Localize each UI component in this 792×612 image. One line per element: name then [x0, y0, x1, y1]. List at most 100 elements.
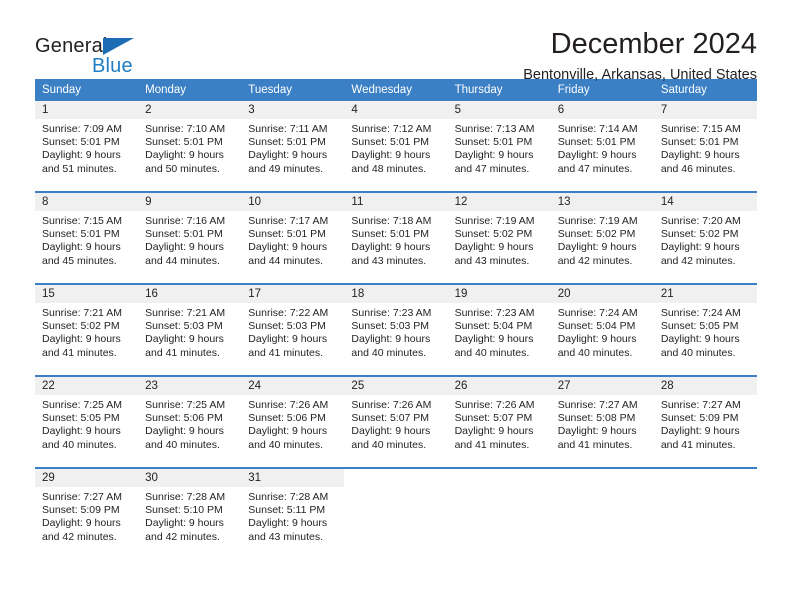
calendar-day-cell: 12 Sunrise: 7:19 AM Sunset: 5:02 PM Dayligh… [447, 191, 551, 284]
day-sun-info: Sunrise: 7:27 AM Sunset: 5:09 PM Daylight:… [654, 395, 757, 452]
weekday-header-sunday: Sunday [35, 79, 139, 101]
day-number [653, 469, 757, 487]
day-sun-info: Sunrise: 7:21 AM Sunset: 5:02 PM Daylight:… [35, 303, 138, 360]
day-cell[interactable]: 24 Sunrise: 7:26 AM Sunset: 5:06 PM Dayligh… [241, 377, 345, 467]
page-title: December 2024 [550, 28, 757, 60]
day-sun-info [448, 487, 551, 491]
day-sun-info [344, 487, 447, 491]
day-cell[interactable]: 11 Sunrise: 7:18 AM Sunset: 5:01 PM Dayligh… [344, 193, 448, 283]
title-block: December 2024 Bentonville, Arkansas, Uni… [165, 27, 757, 85]
calendar-day-cell: 25 Sunrise: 7:26 AM Sunset: 5:07 PM Dayligh… [344, 375, 448, 468]
day-sun-info: Sunrise: 7:09 AM Sunset: 5:01 PM Daylight:… [35, 119, 138, 176]
day-cell[interactable]: 30 Sunrise: 7:28 AM Sunset: 5:10 PM Dayligh… [138, 469, 242, 559]
day-cell[interactable]: 29 Sunrise: 7:27 AM Sunset: 5:09 PM Dayligh… [35, 469, 139, 559]
day-cell[interactable]: 2 Sunrise: 7:10 AM Sunset: 5:01 PM Daylight… [138, 101, 242, 191]
day-cell[interactable]: 21 Sunrise: 7:24 AM Sunset: 5:05 PM Dayligh… [653, 285, 757, 375]
day-cell[interactable]: 9 Sunrise: 7:16 AM Sunset: 5:01 PM Daylight… [138, 193, 242, 283]
calendar-day-cell: 7 Sunrise: 7:15 AM Sunset: 5:01 PM Daylight… [653, 101, 757, 192]
sunset-text: Sunset: 5:03 PM [248, 320, 326, 333]
day-cell[interactable]: 19 Sunrise: 7:23 AM Sunset: 5:04 PM Dayligh… [447, 285, 551, 375]
day-cell[interactable]: 7 Sunrise: 7:15 AM Sunset: 5:01 PM Daylight… [653, 101, 757, 191]
day-number: 9 [138, 193, 242, 211]
sunrise-text: Sunrise: 7:27 AM [660, 399, 741, 411]
day-sun-info: Sunrise: 7:23 AM Sunset: 5:03 PM Daylight:… [344, 303, 447, 360]
sunrise-text: Sunrise: 7:17 AM [248, 215, 329, 227]
day-cell[interactable]: 3 Sunrise: 7:11 AM Sunset: 5:01 PM Daylight… [241, 101, 345, 191]
day-cell-empty [447, 469, 551, 559]
day-cell[interactable]: 23 Sunrise: 7:25 AM Sunset: 5:06 PM Dayligh… [138, 377, 242, 467]
sunset-text: Sunset: 5:01 PM [660, 136, 739, 149]
day-cell[interactable]: 25 Sunrise: 7:26 AM Sunset: 5:07 PM Dayligh… [344, 377, 448, 467]
day-number: 16 [138, 285, 242, 303]
sunset-text: Sunset: 5:01 PM [248, 228, 326, 241]
sunset-text: Sunset: 5:04 PM [557, 320, 636, 333]
day-sun-info: Sunrise: 7:11 AM Sunset: 5:01 PM Daylight:… [241, 119, 344, 176]
day-sun-info: Sunrise: 7:24 AM Sunset: 5:05 PM Daylight:… [654, 303, 757, 360]
calendar-day-cell: 1 Sunrise: 7:09 AM Sunset: 5:01 PM Daylight… [35, 101, 139, 192]
day-cell[interactable]: 26 Sunrise: 7:26 AM Sunset: 5:07 PM Dayligh… [447, 377, 551, 467]
daylight-text: Daylight: 9 hours and 42 minutes. [42, 517, 121, 543]
calendar-day-cell: 2 Sunrise: 7:10 AM Sunset: 5:01 PM Daylight… [138, 101, 242, 192]
daylight-text: Daylight: 9 hours and 49 minutes. [248, 149, 328, 175]
sunrise-sunset-calendar: Sunday Monday Tuesday Wednesday Thursday… [35, 79, 757, 559]
day-cell[interactable]: 12 Sunrise: 7:19 AM Sunset: 5:02 PM Dayligh… [447, 193, 551, 283]
day-sun-info [654, 487, 757, 491]
sunrise-text: Sunrise: 7:16 AM [145, 215, 226, 227]
generalblue-logo[interactable]: General Blue [35, 27, 165, 79]
calendar-day-cell [447, 467, 551, 559]
sunset-text: Sunset: 5:10 PM [145, 504, 223, 517]
sunrise-text: Sunrise: 7:18 AM [351, 215, 432, 227]
calendar-day-cell: 18 Sunrise: 7:23 AM Sunset: 5:03 PM Dayligh… [344, 283, 448, 376]
day-sun-info: Sunrise: 7:23 AM Sunset: 5:04 PM Daylight:… [448, 303, 551, 360]
page-subtitle-location: Bentonville, Arkansas, United States [523, 67, 757, 83]
daylight-text: Daylight: 9 hours and 42 minutes. [145, 517, 224, 543]
calendar-day-cell: 5 Sunrise: 7:13 AM Sunset: 5:01 PM Daylight… [447, 101, 551, 192]
sunset-text: Sunset: 5:01 PM [145, 136, 223, 149]
day-number: 30 [138, 469, 242, 487]
day-number: 23 [138, 377, 242, 395]
calendar-day-cell: 22 Sunrise: 7:25 AM Sunset: 5:05 PM Dayligh… [35, 375, 139, 468]
day-cell[interactable]: 20 Sunrise: 7:24 AM Sunset: 5:04 PM Dayligh… [550, 285, 654, 375]
day-cell[interactable]: 5 Sunrise: 7:13 AM Sunset: 5:01 PM Daylight… [447, 101, 551, 191]
day-sun-info: Sunrise: 7:21 AM Sunset: 5:03 PM Daylight:… [138, 303, 241, 360]
day-number: 21 [653, 285, 757, 303]
day-cell[interactable]: 22 Sunrise: 7:25 AM Sunset: 5:05 PM Dayligh… [35, 377, 139, 467]
day-cell[interactable]: 14 Sunrise: 7:20 AM Sunset: 5:02 PM Dayligh… [653, 193, 757, 283]
day-cell[interactable]: 17 Sunrise: 7:22 AM Sunset: 5:03 PM Dayligh… [241, 285, 345, 375]
day-cell[interactable]: 6 Sunrise: 7:14 AM Sunset: 5:01 PM Daylight… [550, 101, 654, 191]
sunrise-text: Sunrise: 7:21 AM [145, 307, 226, 319]
day-number: 14 [653, 193, 757, 211]
daylight-text: Daylight: 9 hours and 42 minutes. [557, 241, 637, 267]
day-sun-info: Sunrise: 7:26 AM Sunset: 5:07 PM Daylight:… [448, 395, 551, 452]
calendar-day-cell: 28 Sunrise: 7:27 AM Sunset: 5:09 PM Dayligh… [653, 375, 757, 468]
daylight-text: Daylight: 9 hours and 43 minutes. [248, 517, 328, 543]
daylight-text: Daylight: 9 hours and 40 minutes. [145, 425, 224, 451]
day-cell[interactable]: 8 Sunrise: 7:15 AM Sunset: 5:01 PM Daylight… [35, 193, 139, 283]
sunset-text: Sunset: 5:07 PM [351, 412, 430, 425]
day-sun-info: Sunrise: 7:26 AM Sunset: 5:07 PM Daylight:… [344, 395, 447, 452]
day-cell[interactable]: 1 Sunrise: 7:09 AM Sunset: 5:01 PM Daylight… [35, 101, 139, 191]
sunset-text: Sunset: 5:07 PM [454, 412, 533, 425]
day-cell[interactable]: 16 Sunrise: 7:21 AM Sunset: 5:03 PM Dayligh… [138, 285, 242, 375]
day-cell[interactable]: 13 Sunrise: 7:19 AM Sunset: 5:02 PM Dayligh… [550, 193, 654, 283]
day-cell[interactable]: 18 Sunrise: 7:23 AM Sunset: 5:03 PM Dayligh… [344, 285, 448, 375]
day-number: 19 [447, 285, 551, 303]
daylight-text: Daylight: 9 hours and 51 minutes. [42, 149, 121, 175]
sunrise-text: Sunrise: 7:23 AM [454, 307, 535, 319]
daylight-text: Daylight: 9 hours and 47 minutes. [454, 149, 534, 175]
day-cell[interactable]: 15 Sunrise: 7:21 AM Sunset: 5:02 PM Dayligh… [35, 285, 139, 375]
day-cell-empty [344, 469, 448, 559]
day-number: 17 [241, 285, 345, 303]
calendar-week-row: 29 Sunrise: 7:27 AM Sunset: 5:09 PM Dayligh… [35, 467, 757, 559]
sunrise-text: Sunrise: 7:22 AM [248, 307, 329, 319]
day-cell[interactable]: 28 Sunrise: 7:27 AM Sunset: 5:09 PM Dayligh… [653, 377, 757, 467]
day-cell[interactable]: 10 Sunrise: 7:17 AM Sunset: 5:01 PM Dayligh… [241, 193, 345, 283]
daylight-text: Daylight: 9 hours and 41 minutes. [557, 425, 637, 451]
day-cell[interactable]: 4 Sunrise: 7:12 AM Sunset: 5:01 PM Daylight… [344, 101, 448, 191]
calendar-day-cell: 14 Sunrise: 7:20 AM Sunset: 5:02 PM Dayligh… [653, 191, 757, 284]
sunset-text: Sunset: 5:11 PM [248, 504, 326, 517]
day-cell[interactable]: 27 Sunrise: 7:27 AM Sunset: 5:08 PM Dayligh… [550, 377, 654, 467]
day-number: 27 [550, 377, 654, 395]
day-sun-info: Sunrise: 7:22 AM Sunset: 5:03 PM Daylight:… [241, 303, 344, 360]
day-cell[interactable]: 31 Sunrise: 7:28 AM Sunset: 5:11 PM Dayligh… [241, 469, 345, 559]
